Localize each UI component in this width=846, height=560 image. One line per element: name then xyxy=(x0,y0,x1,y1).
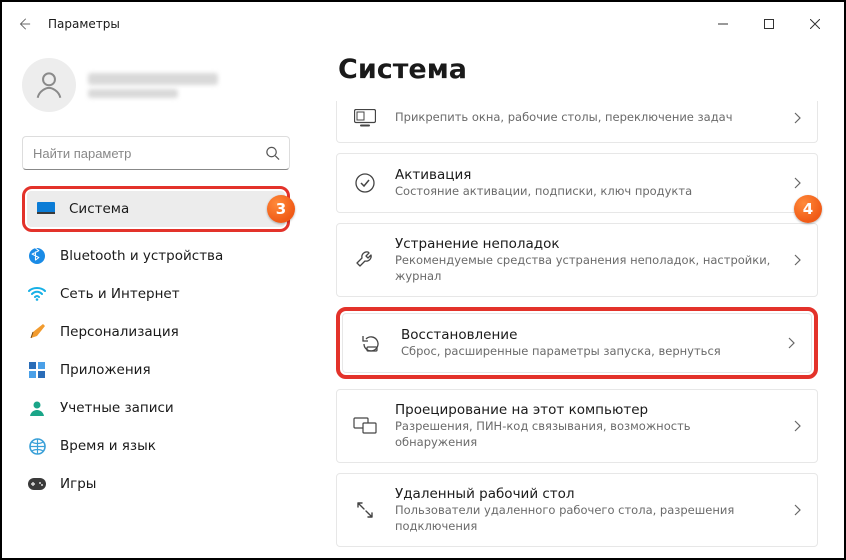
minimize-icon xyxy=(718,19,728,29)
bluetooth-icon xyxy=(28,247,46,265)
card-title: Активация xyxy=(395,167,775,183)
back-button[interactable] xyxy=(8,8,40,40)
settings-card-list: Прикрепить окна, рабочие столы, переключ… xyxy=(336,101,818,547)
brush-icon xyxy=(28,323,46,341)
chevron-right-icon xyxy=(793,112,801,124)
close-button[interactable] xyxy=(792,8,838,40)
accounts-icon xyxy=(28,399,46,417)
sidebar-item-label: Bluetooth и устройства xyxy=(60,248,223,264)
card-subtitle: Пользователи удаленного рабочего стола, … xyxy=(395,503,775,534)
sidebar-item-time-language[interactable]: Время и язык xyxy=(18,428,294,464)
card-recovery[interactable]: Восстановление Сброс, расширенные параме… xyxy=(342,313,812,373)
nav-list: Система 3 Bluetooth и устройства Сеть и … xyxy=(14,186,298,502)
titlebar: Параметры xyxy=(2,2,844,46)
recovery-icon xyxy=(359,331,383,355)
card-activation[interactable]: Активация Состояние активации, подписки,… xyxy=(336,153,818,213)
sidebar-item-apps[interactable]: Приложения xyxy=(18,352,294,388)
arrow-left-icon xyxy=(17,17,31,31)
card-title: Удаленный рабочий стол xyxy=(395,486,775,502)
wrench-icon xyxy=(353,248,377,272)
window-title: Параметры xyxy=(48,17,120,31)
card-subtitle: Разрешения, ПИН-код связывания, возможно… xyxy=(395,419,775,450)
main-panel: Система Прикрепить окна, рабочие столы, … xyxy=(310,46,844,558)
project-icon xyxy=(353,414,377,438)
annotation-step-3: Система 3 xyxy=(22,186,290,232)
clock-globe-icon xyxy=(28,437,46,455)
minimize-button[interactable] xyxy=(700,8,746,40)
account-block[interactable] xyxy=(14,46,298,128)
chevron-right-icon xyxy=(793,420,801,432)
games-icon xyxy=(28,475,46,493)
chevron-right-icon xyxy=(793,504,801,516)
maximize-icon xyxy=(764,19,774,29)
search-input[interactable] xyxy=(22,136,290,170)
multitask-icon xyxy=(353,106,377,130)
account-email-blurred xyxy=(88,89,178,98)
step-badge-4: 4 xyxy=(794,195,822,223)
avatar xyxy=(22,58,76,112)
wifi-icon xyxy=(28,285,46,303)
card-title: Устранение неполадок xyxy=(395,236,775,252)
card-remote-desktop[interactable]: Удаленный рабочий стол Пользователи удал… xyxy=(336,473,818,547)
card-title: Восстановление xyxy=(401,327,769,343)
sidebar-item-label: Время и язык xyxy=(60,438,156,454)
page-title: Система xyxy=(338,54,818,85)
sidebar-item-label: Система xyxy=(69,201,129,217)
sidebar-item-label: Сеть и Интернет xyxy=(60,286,180,302)
person-icon xyxy=(32,68,66,102)
card-subtitle: Сброс, расширенные параметры запуска, ве… xyxy=(401,344,769,360)
search-icon xyxy=(265,146,280,161)
card-multitasking[interactable]: Прикрепить окна, рабочие столы, переключ… xyxy=(336,101,818,143)
chevron-right-icon xyxy=(793,177,801,189)
card-projecting[interactable]: Проецирование на этот компьютер Разрешен… xyxy=(336,389,818,463)
search-wrap xyxy=(22,136,290,170)
chevron-right-icon xyxy=(793,254,801,266)
remote-desktop-icon xyxy=(353,498,377,522)
sidebar: Система 3 Bluetooth и устройства Сеть и … xyxy=(2,46,310,558)
chevron-right-icon xyxy=(787,337,795,349)
sidebar-item-label: Персонализация xyxy=(60,324,179,340)
sidebar-item-label: Приложения xyxy=(60,362,151,378)
sidebar-item-personalization[interactable]: Персонализация xyxy=(18,314,294,350)
sidebar-item-accounts[interactable]: Учетные записи xyxy=(18,390,294,426)
apps-icon xyxy=(28,361,46,379)
card-subtitle: Состояние активации, подписки, ключ прод… xyxy=(395,184,775,200)
close-icon xyxy=(810,19,820,29)
sidebar-item-games[interactable]: Игры xyxy=(18,466,294,502)
sidebar-item-bluetooth[interactable]: Bluetooth и устройства xyxy=(18,238,294,274)
card-subtitle: Рекомендуемые средства устранения непола… xyxy=(395,253,775,284)
sidebar-item-label: Учетные записи xyxy=(60,400,174,416)
activation-icon xyxy=(353,171,377,195)
card-title: Проецирование на этот компьютер xyxy=(395,402,775,418)
account-text xyxy=(88,73,218,98)
annotation-step-4: Восстановление Сброс, расширенные параме… xyxy=(336,307,818,379)
sidebar-item-network[interactable]: Сеть и Интернет xyxy=(18,276,294,312)
card-troubleshoot[interactable]: Устранение неполадок Рекомендуемые средс… xyxy=(336,223,818,297)
maximize-button[interactable] xyxy=(746,8,792,40)
card-subtitle: Прикрепить окна, рабочие столы, переключ… xyxy=(395,110,775,126)
sidebar-item-system[interactable]: Система xyxy=(27,191,285,227)
sidebar-item-label: Игры xyxy=(60,476,96,492)
system-icon xyxy=(37,200,55,218)
step-badge-3: 3 xyxy=(267,195,295,223)
account-name-blurred xyxy=(88,73,218,85)
